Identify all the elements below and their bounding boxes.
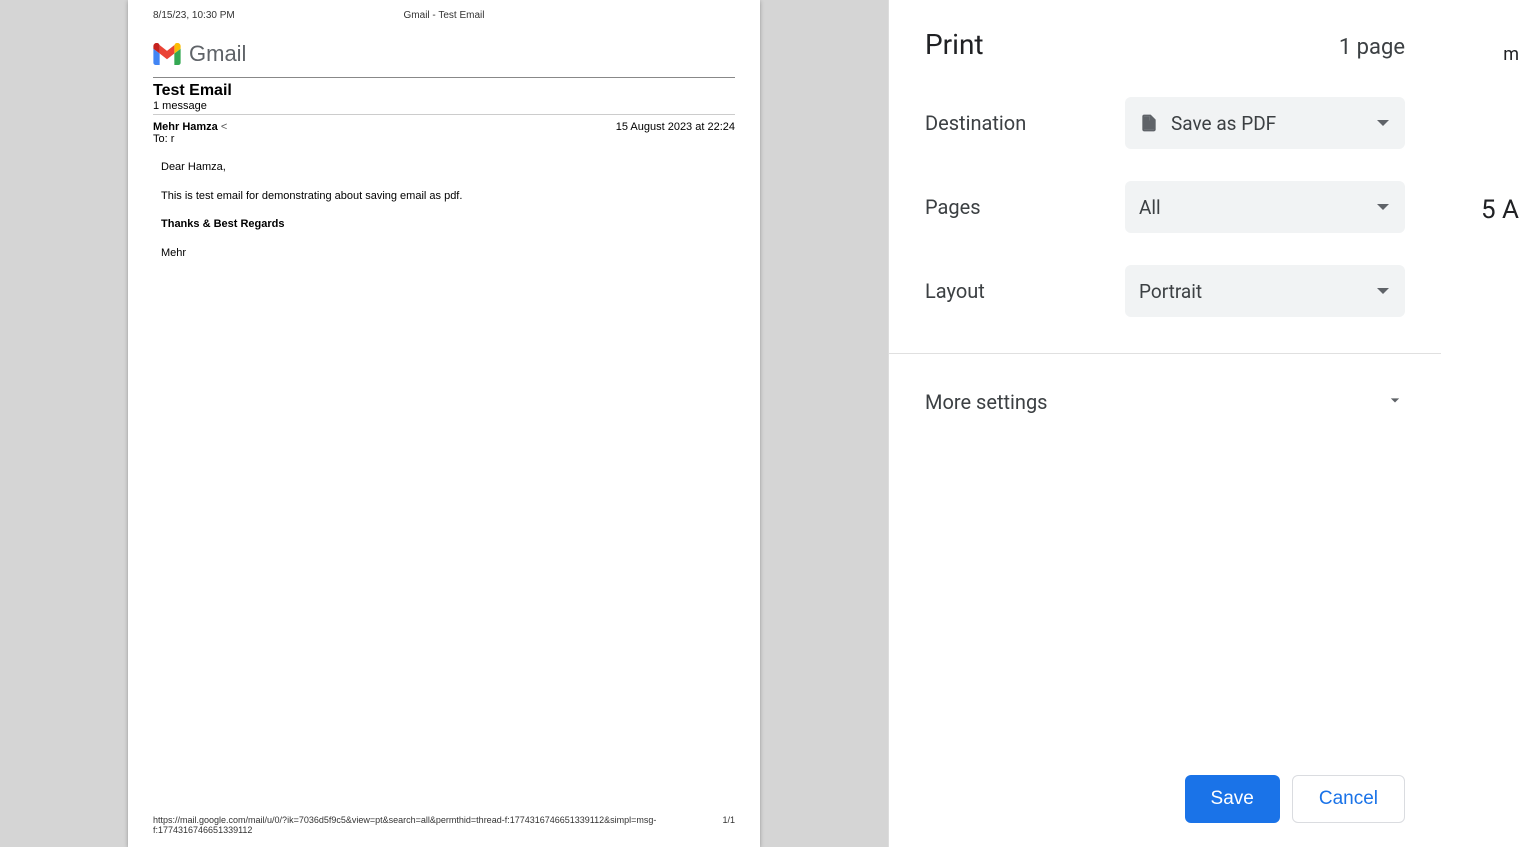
destination-row: Destination Save as PDF <box>925 97 1405 149</box>
panel-header: Print 1 page <box>925 28 1405 61</box>
chevron-down-icon <box>1377 120 1389 126</box>
panel-title: Print <box>925 28 984 61</box>
body-greeting: Dear Hamza, <box>161 159 735 176</box>
pages-select[interactable]: All <box>1125 181 1405 233</box>
save-button[interactable]: Save <box>1185 775 1280 823</box>
footer-url: https://mail.google.com/mail/u/0/?ik=703… <box>153 815 722 835</box>
gmail-logo: Gmail <box>153 41 246 67</box>
layout-label: Layout <box>925 279 1125 303</box>
sender-block: Mehr Hamza < <box>153 121 227 133</box>
body-signature: Mehr <box>161 245 735 262</box>
pages-label: Pages <box>925 195 1125 219</box>
cancel-button[interactable]: Cancel <box>1292 775 1405 823</box>
destination-value: Save as PDF <box>1171 112 1276 135</box>
destination-select[interactable]: Save as PDF <box>1125 97 1405 149</box>
sender-row: Mehr Hamza < 15 August 2023 at 22:24 <box>153 121 735 133</box>
body-text: This is test email for demonstrating abo… <box>161 188 735 205</box>
email-subject: Test Email <box>153 82 735 100</box>
pages-value: All <box>1139 196 1161 219</box>
panel-footer: Save Cancel <box>925 775 1405 823</box>
message-count: 1 message <box>153 100 735 112</box>
pages-row: Pages All <box>925 181 1405 233</box>
chevron-down-icon <box>1385 390 1405 414</box>
layout-row: Layout Portrait <box>925 265 1405 317</box>
gmail-logo-text: Gmail <box>189 41 246 67</box>
bg-line-2: 5 A <box>1439 195 1519 225</box>
email-date: 15 August 2023 at 22:24 <box>616 121 735 133</box>
more-settings-toggle[interactable]: More settings <box>925 382 1405 422</box>
sender-name: Mehr Hamza <box>153 121 218 133</box>
chevron-down-icon <box>1377 288 1389 294</box>
print-panel: Print 1 page Destination Save as PDF Pag… <box>888 0 1441 847</box>
layout-select[interactable]: Portrait <box>1125 265 1405 317</box>
print-preview-area: 8/15/23, 10:30 PM Gmail - Test Email Gma… <box>0 0 888 847</box>
to-row: To: r <box>153 133 735 145</box>
destination-label: Destination <box>925 111 1125 135</box>
page-count: 1 page <box>1339 35 1405 60</box>
sender-email: < <box>221 121 227 133</box>
page-footer: https://mail.google.com/mail/u/0/?ik=703… <box>153 815 735 835</box>
document-icon <box>1139 111 1159 135</box>
body-regards: Thanks & Best Regards <box>161 216 735 233</box>
layout-value: Portrait <box>1139 280 1202 303</box>
divider <box>889 353 1441 354</box>
background-peek: m 5 A <box>1439 0 1519 847</box>
page-header: 8/15/23, 10:30 PM Gmail - Test Email <box>153 10 735 21</box>
page-header-center: Gmail - Test Email <box>404 10 485 21</box>
preview-page: 8/15/23, 10:30 PM Gmail - Test Email Gma… <box>128 0 760 847</box>
gmail-icon <box>153 43 181 65</box>
gmail-header-row: Gmail <box>153 41 735 78</box>
chevron-down-icon <box>1377 204 1389 210</box>
subject-row: Test Email 1 message <box>153 82 735 115</box>
email-body: Dear Hamza, This is test email for demon… <box>153 159 735 261</box>
page-header-left: 8/15/23, 10:30 PM <box>153 10 235 21</box>
footer-page-number: 1/1 <box>722 815 735 835</box>
more-settings-label: More settings <box>925 390 1048 414</box>
bg-line-1: m <box>1439 44 1519 65</box>
